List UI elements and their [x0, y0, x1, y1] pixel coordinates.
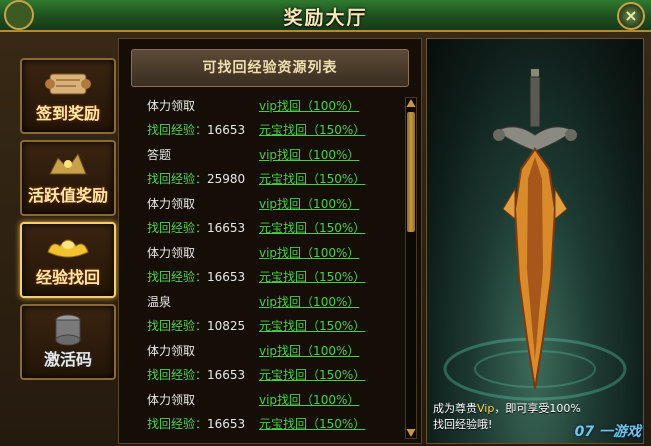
list-item: 温泉 找回经验：10825 vip找回（100%） 元宝找回（150%）	[145, 293, 401, 342]
list-item: 体力领取 找回经验：16653 vip找回（100%） 元宝找回（150%）	[145, 97, 401, 146]
vip-recover-link[interactable]: vip找回（100%）	[259, 391, 359, 408]
list-item: 答题 找回经验：25980 vip找回（100%） 元宝找回（150%）	[145, 146, 401, 195]
sidebar-item-activation-code[interactable]: 激活码	[20, 304, 116, 380]
scroll-icon	[45, 73, 91, 95]
scroll-up-icon[interactable]	[406, 99, 416, 107]
activity-name: 体力领取	[147, 99, 196, 113]
list-item: 体力领取 找回经验：16653 vip找回（100%） 元宝找回（150%）	[145, 244, 401, 293]
vip-recover-link[interactable]: vip找回（100%）	[259, 97, 359, 114]
window-title: 奖励大厅	[283, 7, 368, 29]
exp-value: 找回经验：16653	[147, 368, 246, 382]
exp-value: 找回经验：16653	[147, 221, 246, 235]
close-button[interactable]: ×	[617, 2, 645, 30]
vip-recover-link[interactable]: vip找回（100%）	[259, 195, 359, 212]
sidebar-item-activity-reward[interactable]: 活跃值奖励	[20, 140, 116, 216]
treasure-icon	[49, 152, 87, 175]
scroll-thumb[interactable]	[407, 112, 415, 232]
yuanbao-recover-link[interactable]: 元宝找回（150%）	[259, 170, 365, 187]
yuanbao-recover-link[interactable]: 元宝找回（150%）	[259, 268, 365, 285]
gold-ingot-icon	[47, 239, 89, 258]
stone-drum-icon	[55, 314, 81, 346]
activity-name: 温泉	[147, 295, 172, 309]
vip-recover-link[interactable]: vip找回（100%）	[259, 146, 359, 163]
exp-value: 找回经验：16653	[147, 417, 246, 431]
exp-resource-list: 体力领取 找回经验：16653 vip找回（100%） 元宝找回（150%） 答…	[145, 97, 401, 440]
yuanbao-recover-link[interactable]: 元宝找回（150%）	[259, 219, 365, 236]
sidebar-item-label: 激活码	[43, 350, 92, 369]
yuanbao-recover-link[interactable]: 元宝找回（150%）	[259, 121, 365, 138]
sidebar-item-exp-recovery[interactable]: 经验找回	[20, 222, 116, 298]
scroll-down-icon[interactable]	[406, 429, 416, 437]
exp-value: 找回经验：25980	[147, 172, 246, 186]
title-bar: 奖励大厅 ×	[0, 0, 651, 32]
yuanbao-recover-link[interactable]: 元宝找回（150%）	[259, 317, 365, 334]
exp-value: 找回经验：16653	[147, 123, 246, 137]
sidebar-item-label: 经验找回	[35, 268, 100, 287]
sidebar-item-label: 活跃值奖励	[27, 186, 108, 205]
yuanbao-recover-link[interactable]: 元宝找回（150%）	[259, 415, 365, 432]
activity-name: 体力领取	[147, 393, 196, 407]
reward-art-panel: 成为尊贵Vip，即可享受100% 找回经验哦! 07 一游戏	[426, 38, 644, 444]
sidebar-item-label: 签到奖励	[35, 104, 100, 123]
list-scrollbar[interactable]	[405, 97, 417, 439]
exp-value: 找回经验：10825	[147, 319, 246, 333]
list-item: 体力领取 找回经验：16653 vip找回（100%） 元宝找回（150%）	[145, 391, 401, 440]
activity-name: 答题	[147, 148, 172, 162]
exp-value: 找回经验：16653	[147, 270, 246, 284]
sidebar-item-signin-reward[interactable]: 签到奖励	[20, 58, 116, 134]
activity-name: 体力领取	[147, 344, 196, 358]
exp-resource-list-panel: 可找回经验资源列表 体力领取 找回经验：16653 vip找回（100%） 元宝…	[118, 38, 422, 444]
reward-hall-window: 奖励大厅 × 签到奖励 活跃值奖励 经验找回 激活码 可找回经验资源列表 体力领…	[0, 0, 651, 446]
activity-name: 体力领取	[147, 246, 196, 260]
watermark-logo: 07 一游戏	[574, 424, 641, 440]
sword-artwork	[443, 69, 627, 401]
list-header: 可找回经验资源列表	[131, 49, 409, 87]
yuanbao-recover-link[interactable]: 元宝找回（150%）	[259, 366, 365, 383]
vip-recover-link[interactable]: vip找回（100%）	[259, 342, 359, 359]
vip-recover-link[interactable]: vip找回（100%）	[259, 293, 359, 310]
list-item: 体力领取 找回经验：16653 vip找回（100%） 元宝找回（150%）	[145, 342, 401, 391]
activity-name: 体力领取	[147, 197, 196, 211]
vip-recover-link[interactable]: vip找回（100%）	[259, 244, 359, 261]
sidebar: 签到奖励 活跃值奖励 经验找回 激活码	[12, 50, 116, 440]
list-item: 体力领取 找回经验：16653 vip找回（100%） 元宝找回（150%）	[145, 195, 401, 244]
